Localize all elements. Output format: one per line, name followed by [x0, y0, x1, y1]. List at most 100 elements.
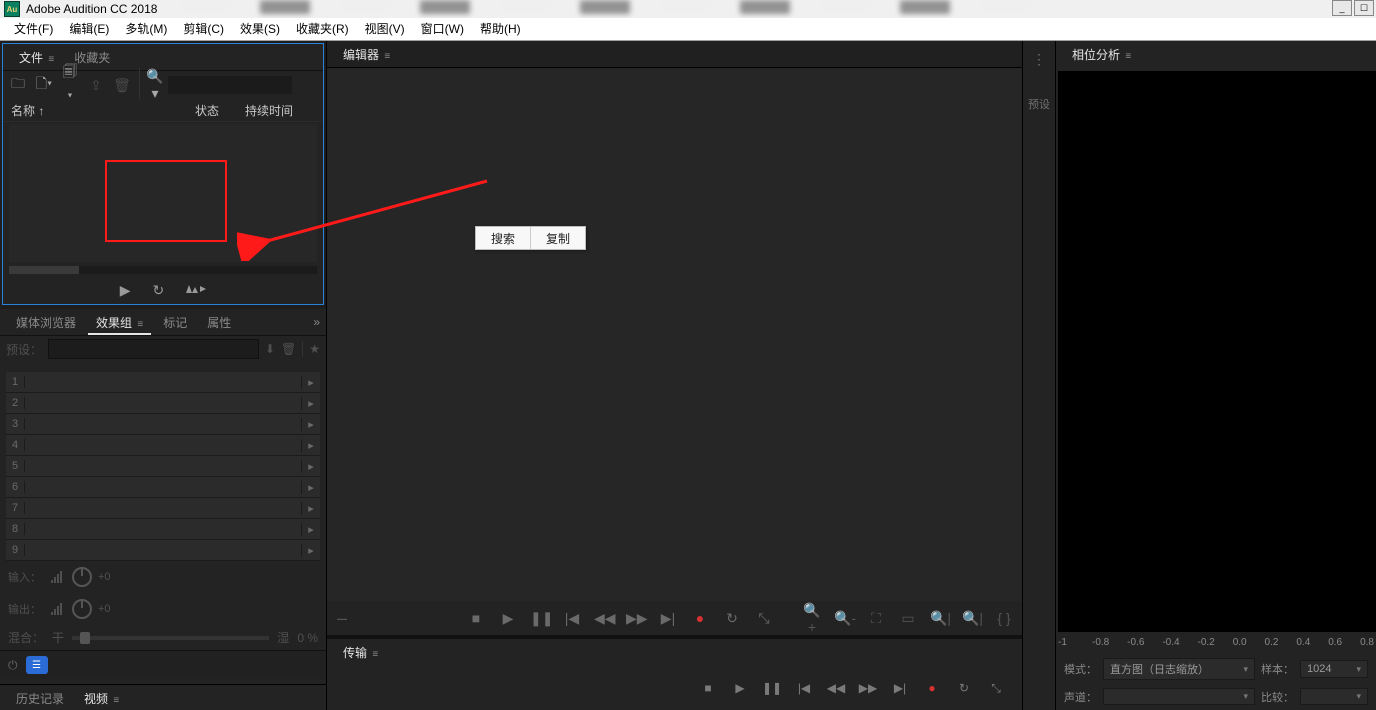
more-tabs-icon[interactable]: »: [313, 315, 318, 329]
menu-help[interactable]: 帮助(H): [472, 18, 529, 40]
hamburger-icon[interactable]: ≡: [372, 649, 378, 660]
play-icon[interactable]: ▶: [498, 610, 518, 627]
fx-slot[interactable]: 2▸: [6, 393, 320, 414]
fx-slot[interactable]: 4▸: [6, 435, 320, 456]
col-name[interactable]: 名称 ↑: [11, 102, 195, 119]
editor-canvas[interactable]: 搜索 复制: [327, 68, 1022, 601]
open-folder-icon[interactable]: 🗀: [9, 73, 27, 97]
list-view-icon[interactable]: ☰: [26, 656, 48, 674]
search-icon[interactable]: 🔍▾: [146, 68, 164, 102]
fx-slot[interactable]: 6▸: [6, 477, 320, 498]
pause-icon[interactable]: ❚❚: [762, 681, 782, 695]
menu-view[interactable]: 视图(V): [357, 18, 413, 40]
tab-history[interactable]: 历史记录: [8, 686, 72, 710]
menu-edit[interactable]: 编辑(E): [61, 18, 117, 40]
forward-icon[interactable]: ▶▶: [626, 610, 646, 627]
play-icon[interactable]: ▶: [120, 282, 131, 299]
preset-save-icon[interactable]: ⬇: [265, 342, 275, 356]
search-input[interactable]: [168, 76, 292, 94]
stop-icon[interactable]: ■: [698, 681, 718, 695]
menu-effects[interactable]: 效果(S): [232, 18, 288, 40]
fx-slot[interactable]: 8▸: [6, 519, 320, 540]
hamburger-icon[interactable]: ≡: [384, 51, 390, 62]
fx-slot[interactable]: 3▸: [6, 414, 320, 435]
menu-file[interactable]: 文件(F): [6, 18, 61, 40]
files-list-area[interactable]: [9, 124, 317, 262]
menu-clip[interactable]: 剪辑(C): [175, 18, 232, 40]
pause-icon[interactable]: ❚❚: [530, 610, 550, 627]
favorite-icon[interactable]: ★: [309, 342, 320, 356]
fx-slot[interactable]: 7▸: [6, 498, 320, 519]
mix-wet-label: 湿: [277, 629, 289, 646]
menu-window[interactable]: 窗口(W): [413, 18, 472, 40]
new-file-icon[interactable]: 🗋▾: [35, 73, 53, 97]
skip-selection-icon[interactable]: ⤡: [986, 681, 1006, 696]
collapsed-preset-tab[interactable]: 预设: [1028, 96, 1050, 112]
tab-effects-group[interactable]: 效果组 ≡: [88, 310, 151, 335]
go-end-icon[interactable]: ▶|: [890, 681, 910, 695]
sample-select[interactable]: 1024▾: [1300, 660, 1368, 678]
hamburger-icon[interactable]: ≡: [137, 319, 143, 330]
mix-label: 混合：: [8, 629, 44, 646]
play-icon[interactable]: ▶: [730, 681, 750, 695]
auto-play-icon[interactable]: [186, 282, 206, 299]
hamburger-icon[interactable]: ≡: [113, 695, 119, 706]
skip-selection-icon[interactable]: ⤡: [754, 610, 774, 627]
stop-icon[interactable]: ■: [466, 610, 486, 626]
minimize-button[interactable]: _: [1332, 0, 1352, 16]
zoom-full-icon[interactable]: ⛶: [866, 610, 886, 627]
tab-properties[interactable]: 属性: [199, 310, 239, 335]
toggle-brackets-icon[interactable]: { }: [994, 610, 1014, 626]
zoom-out-point-icon[interactable]: 🔍|: [962, 610, 982, 627]
loop-icon[interactable]: ↻: [153, 282, 165, 299]
tab-files[interactable]: 文件 ≡: [11, 45, 62, 70]
context-copy[interactable]: 复制: [531, 227, 585, 249]
preset-delete-icon[interactable]: 🗑: [281, 342, 296, 356]
fx-slot[interactable]: 5▸: [6, 456, 320, 477]
loop-icon[interactable]: ↻: [722, 610, 742, 627]
menu-multitrack[interactable]: 多轨(M): [117, 18, 175, 40]
preset-select[interactable]: [48, 339, 259, 359]
hamburger-icon[interactable]: ≡: [48, 54, 54, 65]
go-start-icon[interactable]: |◀: [794, 681, 814, 695]
tab-transfer[interactable]: 传输 ≡: [335, 640, 386, 665]
loop-icon[interactable]: ↻: [954, 681, 974, 695]
zoom-in-point-icon[interactable]: 🔍|: [930, 610, 950, 627]
fx-slot[interactable]: 1▸: [6, 372, 320, 393]
compare-select[interactable]: ▾: [1300, 688, 1368, 705]
zoom-sel-icon[interactable]: ▭: [898, 610, 918, 627]
rewind-icon[interactable]: ◀◀: [826, 681, 846, 695]
record-icon[interactable]: ●: [922, 681, 942, 695]
effects-panel: 媒体浏览器 效果组 ≡ 标记 属性 » 预设： ⬇ 🗑 ★ 1▸ 2▸: [0, 309, 326, 684]
channel-select[interactable]: ▾: [1103, 688, 1255, 705]
output-knob[interactable]: [72, 599, 92, 619]
mode-label: 模式：: [1064, 661, 1097, 677]
tab-phase[interactable]: 相位分析 ≡: [1064, 42, 1139, 67]
scrollbar-thumb[interactable]: [9, 266, 79, 274]
mix-slider[interactable]: [72, 636, 269, 640]
tab-media-browser[interactable]: 媒体浏览器: [8, 310, 84, 335]
col-status[interactable]: 状态: [195, 102, 245, 119]
maximize-button[interactable]: ☐: [1354, 0, 1374, 16]
zoom-out-icon[interactable]: 🔍-: [834, 610, 854, 627]
context-search[interactable]: 搜索: [476, 227, 531, 249]
zoom-in-icon[interactable]: 🔍+: [802, 602, 822, 635]
tab-markers[interactable]: 标记: [155, 310, 195, 335]
go-end-icon[interactable]: ▶|: [658, 610, 678, 627]
tab-editor[interactable]: 编辑器 ≡: [335, 42, 398, 67]
rewind-icon[interactable]: ◀◀: [594, 610, 614, 627]
forward-icon[interactable]: ▶▶: [858, 681, 878, 695]
tab-video[interactable]: 视频 ≡: [76, 686, 127, 710]
go-start-icon[interactable]: |◀: [562, 610, 582, 627]
menu-favorites[interactable]: 收藏夹(R): [288, 18, 357, 40]
record-icon[interactable]: ●: [690, 610, 710, 626]
hamburger-icon[interactable]: ≡: [1125, 51, 1131, 62]
col-duration[interactable]: 持续时间: [245, 102, 315, 119]
mode-select[interactable]: 直方图（日志缩放）▾: [1103, 658, 1255, 680]
fx-slot[interactable]: 9▸: [6, 540, 320, 561]
power-icon[interactable]: ⏻: [8, 658, 18, 673]
input-knob[interactable]: [72, 567, 92, 587]
phase-display[interactable]: [1058, 71, 1376, 632]
panel-options-icon[interactable]: ⋮: [1032, 51, 1046, 68]
tick: -0.2: [1198, 637, 1215, 648]
